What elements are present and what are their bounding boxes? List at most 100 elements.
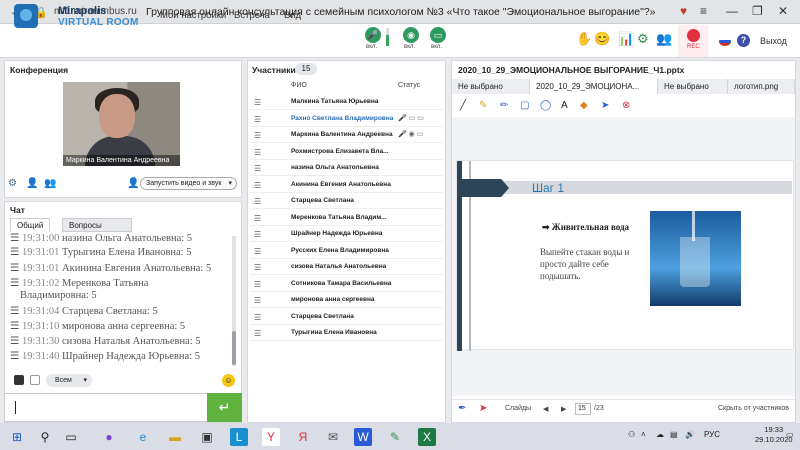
text-color-icon[interactable] [14, 375, 24, 385]
participant-row[interactable]: ☰ миронова анна сергеевна [250, 292, 443, 308]
participant-row[interactable]: ☰ Меренкова Татьяна Владим... [250, 210, 443, 226]
search-icon[interactable]: ⚲ [36, 428, 54, 446]
camera-icon[interactable]: ◉ [403, 27, 419, 43]
text-tool-icon[interactable]: A [561, 100, 568, 111]
menu-meeting[interactable]: Встреча [234, 10, 270, 21]
participant-row[interactable]: ☰ Рахно Светлана Владимировна 🎤 ▭ ▭ [250, 111, 443, 127]
drag-handle-icon[interactable]: ☰ [254, 263, 261, 272]
chat-scrollbar[interactable] [232, 236, 236, 366]
drag-handle-icon[interactable]: ☰ [254, 329, 261, 338]
drag-handle-icon[interactable]: ☰ [254, 131, 261, 140]
network-tray-icon[interactable]: ▤ [670, 430, 678, 439]
drag-handle-icon[interactable]: ☰ [254, 296, 261, 305]
participant-row[interactable]: ☰ назина Ольга Анатольевна [250, 160, 443, 176]
drag-handle-icon[interactable]: ☰ [254, 181, 261, 190]
chat-input[interactable] [4, 393, 208, 422]
recipient-select[interactable]: Всем ▾ [46, 374, 92, 387]
group-icon[interactable]: 👥 [44, 178, 56, 189]
language-indicator[interactable]: РУС [704, 430, 720, 439]
drag-handle-icon[interactable]: ☰ [254, 115, 261, 124]
bookmark-icon[interactable]: ♥ [680, 4, 687, 18]
slides-label[interactable]: Слайды [505, 405, 531, 412]
ellipse-tool-icon[interactable]: ◯ [540, 100, 551, 111]
menu-view[interactable]: Вид [284, 10, 301, 21]
store-icon[interactable]: ▣ [198, 428, 216, 446]
l-app-icon[interactable]: L [230, 428, 248, 446]
prev-slide-icon[interactable]: ◀ [543, 405, 548, 413]
tab-logo[interactable]: логотип.png [728, 79, 795, 94]
next-slide-icon[interactable]: ▶ [561, 405, 566, 413]
notifications-icon[interactable]: ▭ [786, 430, 794, 439]
network-icon[interactable]: ⚙ [637, 31, 649, 47]
yandex-icon[interactable]: Я [294, 428, 312, 446]
mail-icon[interactable]: ✉ [324, 428, 342, 446]
task-view-icon[interactable]: ▭ [62, 428, 80, 446]
excel-icon[interactable]: X [418, 428, 436, 446]
tab-general[interactable]: Общий [10, 218, 51, 232]
pointer-icon[interactable]: ➤ [601, 100, 609, 111]
microphone-icon[interactable]: 🎤 [365, 27, 381, 43]
start-video-audio-select[interactable]: Запустить видео и звук ▾ [140, 177, 237, 190]
rectangle-tool-icon[interactable]: ▢ [520, 100, 529, 111]
participant-row[interactable]: ☰ Акинина Евгения Анатольевна [250, 177, 443, 193]
drag-handle-icon[interactable]: ☰ [254, 313, 261, 322]
drag-handle-icon[interactable]: ☰ [254, 247, 261, 256]
drag-handle-icon[interactable]: ☰ [254, 214, 261, 223]
onedrive-icon[interactable]: ☁ [656, 430, 664, 439]
participant-row[interactable]: ☰ Рохмистрова Елизавета Вла... [250, 144, 443, 160]
line-tool-icon[interactable]: ╱ [460, 100, 466, 111]
participant-status-icons[interactable]: 🎤 ◉ ▭ [398, 130, 423, 138]
participant-row[interactable]: ☰ Малкина Татьяна Юрьевна [250, 94, 443, 110]
participant-status-icons[interactable]: 🎤 ▭ ▭ [398, 114, 424, 122]
chevron-up-icon[interactable]: ˄ [641, 430, 646, 439]
users-icon[interactable]: 👥 [656, 31, 672, 47]
exit-button[interactable]: Выход [760, 36, 787, 46]
participant-row[interactable]: ☰ Русских Елена Владимировна [250, 243, 443, 259]
tab-presentation[interactable]: 2020_10_29_ЭМОЦИОНА... [530, 79, 658, 94]
raise-hand-icon[interactable]: ✋ [576, 31, 592, 47]
participant-row[interactable]: ☰ Старцева Светлана [250, 193, 443, 209]
highlight-icon[interactable] [30, 375, 40, 385]
yandex-browser-icon[interactable]: Y [262, 428, 280, 446]
tab-questions[interactable]: Вопросы [62, 218, 132, 232]
stats-icon[interactable]: 📊 [618, 31, 634, 47]
word-icon[interactable]: W [354, 428, 372, 446]
restore-icon[interactable]: ❐ [752, 4, 763, 18]
emoji-picker-icon[interactable]: ☺ [222, 374, 235, 387]
minimize-icon[interactable]: — [726, 4, 738, 18]
windows-start-icon[interactable]: ⊞ [8, 428, 26, 446]
participant-row[interactable]: ☰ Маркина Валентина Андреевна 🎤 ◉ ▭ [250, 127, 443, 143]
video-tile[interactable]: Маркина Валентина Андреевна [63, 82, 180, 166]
drag-handle-icon[interactable]: ☰ [254, 98, 261, 107]
drag-handle-icon[interactable]: ☰ [254, 164, 261, 173]
clear-icon[interactable]: ⊗ [622, 100, 630, 111]
edge-icon[interactable]: e [134, 428, 152, 446]
fill-tool-icon[interactable]: ◆ [580, 100, 588, 111]
alice-icon[interactable]: ● [100, 428, 118, 446]
menu-icon[interactable]: ≡ [700, 4, 707, 18]
close-icon[interactable]: ✕ [778, 4, 788, 18]
pen-icon[interactable]: ✏ [500, 100, 508, 111]
drag-handle-icon[interactable]: ☰ [254, 197, 261, 206]
drag-handle-icon[interactable]: ☰ [254, 230, 261, 239]
person-icon[interactable]: 👤 [26, 178, 38, 189]
volume-icon[interactable]: 🔊 [685, 430, 695, 439]
drag-handle-icon[interactable]: ☰ [254, 280, 261, 289]
camera-settings-icon[interactable]: ⚙ [8, 178, 17, 189]
hide-from-participants-button[interactable]: Скрыть от участников [718, 405, 789, 412]
send-button[interactable]: ↵ [207, 393, 242, 422]
menu-my-settings[interactable]: Мои настройки [160, 10, 226, 21]
emoji-icon[interactable]: 😊 [594, 31, 610, 47]
record-button[interactable]: REC [678, 25, 708, 57]
pointer-mode-icon[interactable]: ➤ [479, 403, 487, 414]
pen-mode-icon[interactable]: ✒ [458, 403, 466, 414]
help-icon[interactable]: ? [737, 34, 750, 47]
language-flag-icon[interactable] [719, 37, 731, 46]
participant-row[interactable]: ☰ сизова Наталья Анатольевна [250, 259, 443, 275]
people-icon[interactable]: ⚇ [628, 430, 635, 439]
drag-handle-icon[interactable]: ☰ [254, 148, 261, 157]
explorer-icon[interactable]: ▬ [166, 428, 184, 446]
participant-row[interactable]: ☰ Сотникова Тамара Васильевна [250, 276, 443, 292]
tab-not-selected-2[interactable]: Не выбрано [658, 79, 728, 94]
participant-row[interactable]: ☰ Турыгина Елена Ивановна [250, 325, 443, 341]
